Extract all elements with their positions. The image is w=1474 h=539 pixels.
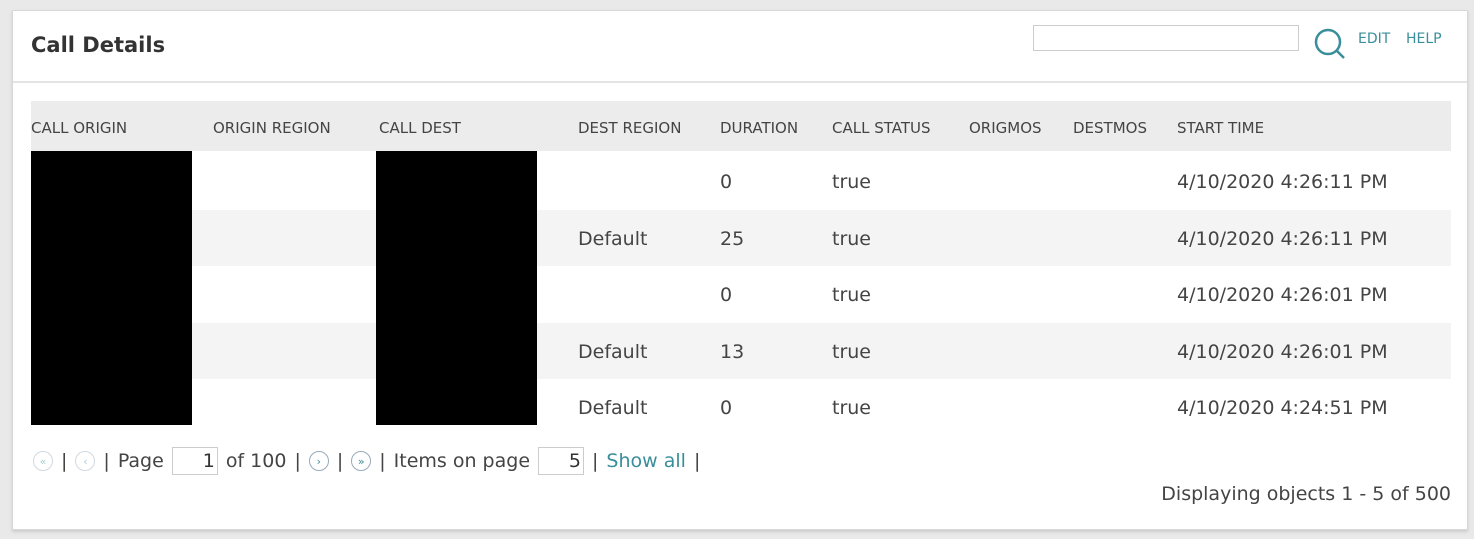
search-icon[interactable] <box>1313 27 1347 61</box>
display-count: Displaying objects 1 - 5 of 500 <box>1161 483 1451 505</box>
cell-duration: 13 <box>720 340 745 363</box>
cell-status: true <box>832 397 871 419</box>
cell-status: true <box>832 171 871 193</box>
separator: | <box>379 450 386 472</box>
cell-start: 4/10/2020 4:26:11 PM <box>1177 171 1388 193</box>
cell-start: 4/10/2020 4:26:11 PM <box>1177 227 1388 250</box>
items-label: Items on page <box>393 450 531 472</box>
separator: | <box>592 450 599 472</box>
col-origin-region[interactable]: ORIGIN REGION <box>213 119 331 137</box>
cell-start: 4/10/2020 4:26:01 PM <box>1177 340 1388 363</box>
cell-status: true <box>832 284 871 306</box>
pagination: « | ‹ | Page of 100 | › | » | Items on page |… <box>33 447 700 475</box>
show-all-link[interactable]: Show all <box>606 450 686 472</box>
separator: | <box>294 450 301 472</box>
col-call-origin[interactable]: CALL ORIGIN <box>31 119 127 137</box>
cell-duration: 25 <box>720 227 745 250</box>
cell-start: 4/10/2020 4:26:01 PM <box>1177 284 1388 306</box>
cell-dest-region: Default <box>578 397 648 419</box>
edit-link[interactable]: EDIT <box>1358 31 1390 47</box>
next-page-icon[interactable]: › <box>308 451 329 471</box>
call-details-panel: Call Details EDIT HELP CALL ORIGIN ORIGI… <box>12 10 1468 530</box>
separator: | <box>693 450 701 472</box>
separator: | <box>61 450 68 472</box>
table-row[interactable]: Default 13 true 4/10/2020 4:26:01 PM <box>31 322 1451 379</box>
cell-status: true <box>832 340 871 363</box>
last-page-icon[interactable]: » <box>351 451 372 471</box>
redacted-call-dest <box>376 151 537 425</box>
search-input[interactable] <box>1033 25 1299 51</box>
table-row[interactable]: 0 true 4/10/2020 4:26:11 PM <box>31 153 1451 209</box>
cell-start: 4/10/2020 4:24:51 PM <box>1177 397 1388 419</box>
col-dest-region[interactable]: DEST REGION <box>578 119 681 137</box>
page-total: of 100 <box>225 450 287 472</box>
first-page-icon[interactable]: « <box>33 451 53 471</box>
separator: | <box>336 450 344 472</box>
items-per-page-input[interactable] <box>538 447 585 475</box>
table-row[interactable]: Default 25 true 4/10/2020 4:26:11 PM <box>31 209 1451 266</box>
col-origmos[interactable]: ORIGMOS <box>969 119 1042 137</box>
help-link[interactable]: HELP <box>1406 31 1442 47</box>
cell-duration: 0 <box>720 284 733 306</box>
cell-duration: 0 <box>720 171 733 193</box>
cell-status: true <box>832 227 871 250</box>
page-input[interactable] <box>171 447 218 475</box>
table-row[interactable]: 0 true 4/10/2020 4:26:01 PM <box>31 266 1451 322</box>
col-call-dest[interactable]: CALL DEST <box>379 119 461 137</box>
prev-page-icon[interactable]: ‹ <box>75 451 96 471</box>
col-call-status[interactable]: CALL STATUS <box>832 119 931 137</box>
col-destmos[interactable]: DESTMOS <box>1073 119 1147 137</box>
page-label: Page <box>117 450 164 472</box>
table-header: CALL ORIGIN ORIGIN REGION CALL DEST DEST… <box>31 101 1451 151</box>
panel-header: Call Details EDIT HELP <box>13 11 1467 83</box>
cell-duration: 0 <box>720 397 733 419</box>
table-row[interactable]: Default 0 true 4/10/2020 4:24:51 PM <box>31 379 1451 435</box>
panel-title: Call Details <box>31 33 166 57</box>
cell-dest-region: Default <box>578 227 648 250</box>
separator: | <box>103 450 110 472</box>
redacted-call-origin <box>31 151 192 425</box>
col-duration[interactable]: DURATION <box>720 119 798 137</box>
cell-dest-region: Default <box>578 340 648 363</box>
col-start-time[interactable]: START TIME <box>1177 119 1264 137</box>
